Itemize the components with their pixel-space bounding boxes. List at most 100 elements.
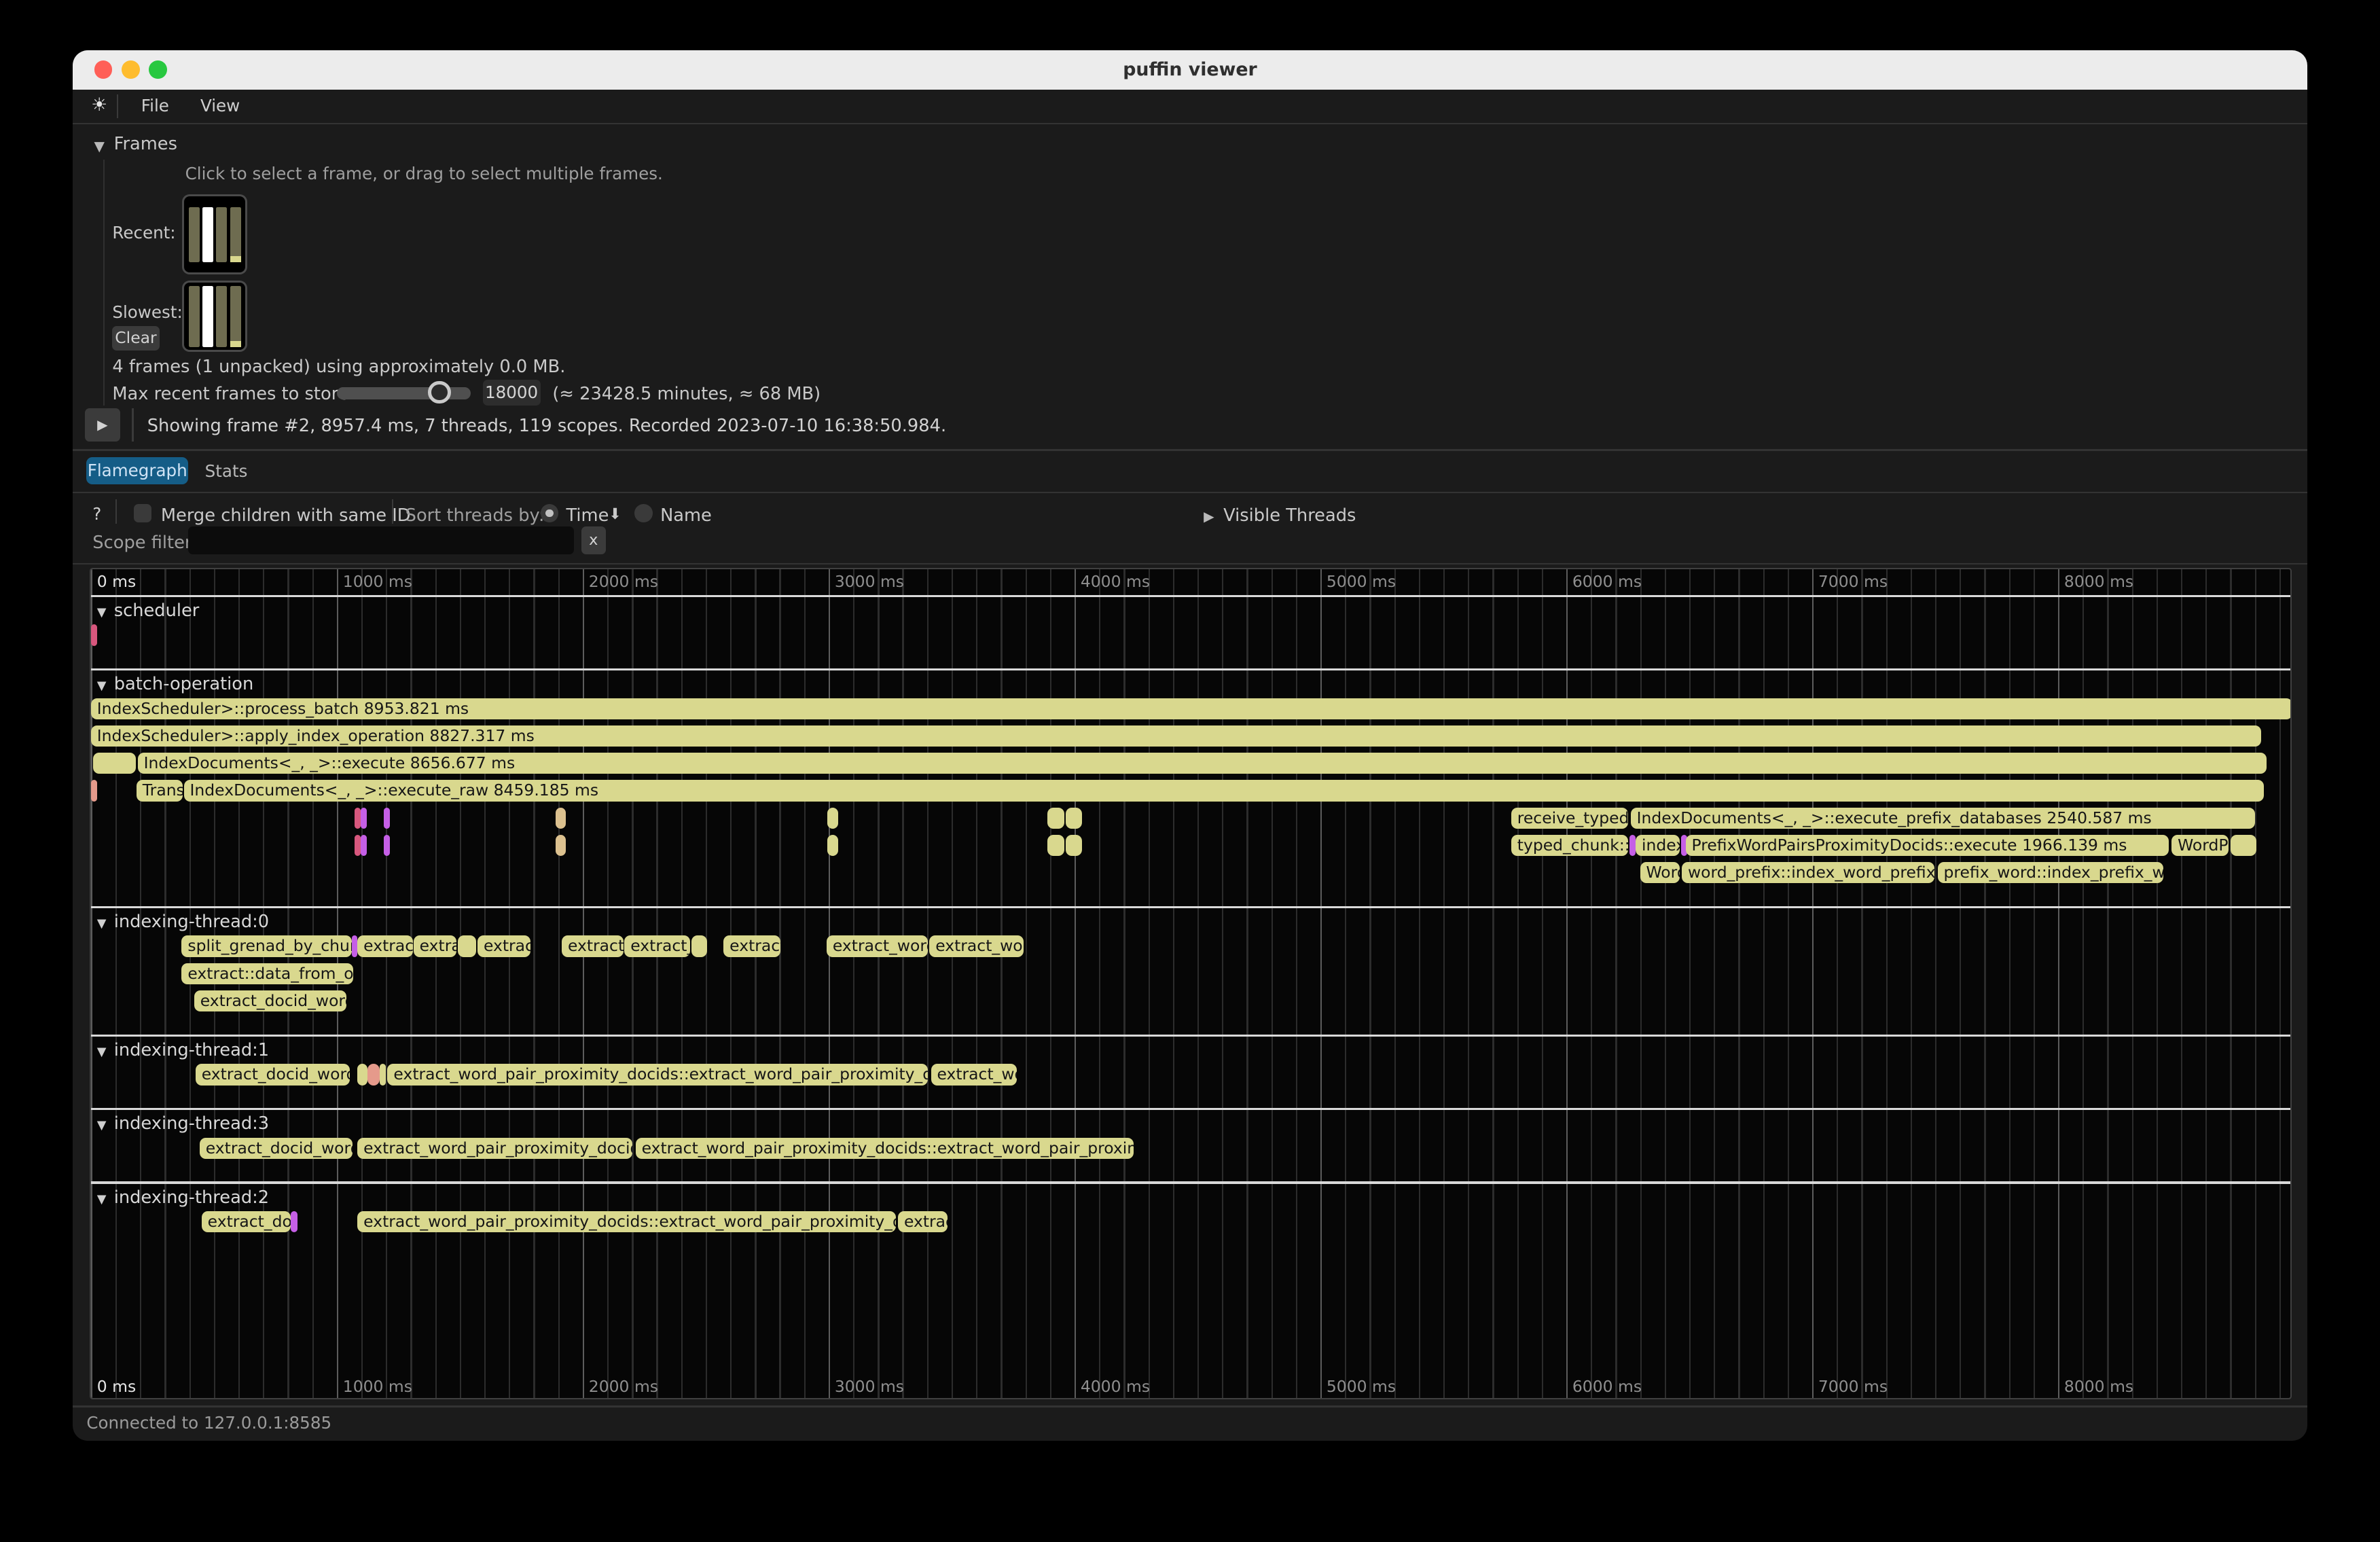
scope-bar[interactable] [355,808,361,829]
frames-header[interactable]: Frames [114,134,177,154]
scope-bar[interactable] [1047,835,1064,856]
scope-bar[interactable]: extract_ [562,935,624,956]
play-button[interactable]: ▶ [85,408,120,442]
scope-bar[interactable]: split_grenad_by_chun [181,935,351,956]
scope-bar[interactable] [1066,808,1082,829]
recent-frames-thumbnail[interactable] [182,194,247,274]
scope-bar[interactable]: extract_wo [931,1064,1017,1085]
scope-bar[interactable] [556,835,566,856]
scope-bar[interactable] [2231,835,2256,856]
scope-bar[interactable] [1066,835,1082,856]
scope-bar[interactable]: extract::data_from_ob [181,963,353,984]
thread-header-indexing-thread:2[interactable]: ▼indexing-thread:2 [97,1184,269,1211]
frame-bar-selected[interactable] [202,207,213,262]
visible-threads-header[interactable]: Visible Threads [1223,505,1356,526]
scope-filter-input[interactable] [188,526,574,554]
help-button[interactable]: ? [92,504,101,524]
thread-header-indexing-thread:1[interactable]: ▼indexing-thread:1 [97,1037,269,1064]
scope-bar[interactable] [1629,835,1636,856]
scope-bar[interactable] [93,753,136,774]
scope-bar[interactable] [291,1211,298,1232]
scope-bar[interactable] [827,808,838,829]
scope-bar[interactable]: typed_chunk::w [1511,835,1628,856]
scope-bar[interactable]: receive_typed_ [1511,808,1628,829]
scope-bar[interactable]: extract_docid_word [194,990,346,1011]
scope-bar[interactable]: extract_word_pair_proximity_docids::extr… [357,1211,896,1232]
clear-button[interactable]: Clear [112,326,159,351]
thread-header-scheduler[interactable]: ▼scheduler [97,597,200,624]
scope-bar[interactable]: extract [723,935,780,956]
sort-direction-icon[interactable]: ⬇ [609,505,621,523]
sort-name-label[interactable]: Name [660,505,712,526]
menu-view[interactable]: View [200,96,240,115]
scope-bar[interactable] [367,1064,379,1085]
scope-bar[interactable]: PrefixWordPairsProximityDocids::execute … [1686,835,2169,856]
scope-bar[interactable]: extract_ [624,935,690,956]
scope-bar[interactable] [352,935,358,956]
scope-bar[interactable]: IndexDocuments<_, _>::execute 8656.677 m… [138,753,2267,774]
merge-children-checkbox[interactable] [134,504,152,522]
scope-bar[interactable] [357,1064,367,1085]
scope-bar[interactable] [91,780,97,801]
scope-bar[interactable]: IndexDocuments<_, _>::execute_raw 8459.1… [184,780,2264,801]
max-frames-value[interactable]: 18000 [483,380,541,406]
frame-bar[interactable] [189,286,200,347]
scope-bar[interactable]: Word [1640,862,1680,883]
tab-stats[interactable]: Stats [205,461,248,481]
thread-header-indexing-thread:0[interactable]: ▼indexing-thread:0 [97,908,269,935]
scope-bar[interactable]: WordPr [2171,835,2229,856]
scope-bar[interactable]: extract [357,935,413,956]
scope-bar[interactable]: extrac [898,1211,948,1232]
max-frames-slider-knob[interactable] [428,381,451,404]
thread-header-indexing-thread:3[interactable]: ▼indexing-thread:3 [97,1110,269,1137]
scope-bar[interactable]: Trans [137,780,183,801]
scope-bar[interactable]: prefix_word::index_prefix_wo [1938,862,2163,883]
scope-bar[interactable]: extract_word [827,935,928,956]
scope-bar[interactable] [384,808,390,829]
sort-time-label[interactable]: Time [566,505,609,526]
merge-children-label[interactable]: Merge children with same ID [161,505,411,526]
scope-bar[interactable] [361,808,367,829]
scope-bar[interactable]: IndexDocuments<_, _>::execute_prefix_dat… [1631,808,2256,829]
frame-bar-selected[interactable] [202,286,213,347]
frame-bar[interactable] [216,286,227,347]
sort-name-radio[interactable] [634,504,653,522]
visible-threads-triangle[interactable]: ▶ [1204,505,1214,525]
scope-bar[interactable]: index [1636,835,1680,856]
scope-bar[interactable]: IndexScheduler>::apply_index_operation 8… [91,725,2262,747]
thread-header-batch-operation[interactable]: ▼batch-operation [97,670,254,698]
scope-bar[interactable] [556,808,566,829]
scope-bar[interactable]: extract_docid_word [196,1064,350,1085]
scope-bar[interactable] [827,835,838,856]
scope-bar[interactable]: extract_docid_word [200,1138,353,1159]
scope-bar[interactable]: extract_doc [202,1211,291,1232]
scope-bar[interactable] [384,835,390,856]
tab-flamegraph[interactable]: Flamegraph [86,457,188,484]
scope-bar[interactable] [1047,808,1064,829]
scope-bar[interactable]: extract_word_pair_proximity_docids [357,1138,632,1159]
scope-bar[interactable] [355,835,361,856]
frames-collapse-triangle[interactable]: ▼ [94,135,105,155]
scope-bar[interactable] [458,935,476,956]
slowest-frames-thumbnail[interactable] [182,281,247,352]
frame-bar[interactable] [189,207,200,262]
frame-bar[interactable] [230,207,241,262]
scope-bar[interactable] [691,935,707,956]
frame-bar[interactable] [230,286,241,347]
scope-bar[interactable]: extract_word_pair_proximity_docids::extr… [387,1064,928,1085]
scope-bar[interactable] [91,624,97,645]
flamegraph-canvas[interactable]: 0 ms0 ms1000 ms1000 ms2000 ms2000 ms3000… [90,568,2292,1400]
scope-bar[interactable]: IndexScheduler>::process_batch 8953.821 … [91,698,2292,719]
scope-bar[interactable] [361,835,367,856]
scope-bar[interactable]: extract_word_pair_proximity_docids::extr… [636,1138,1134,1159]
scope-bar[interactable] [380,1064,386,1085]
theme-toggle-icon[interactable]: ☀ [91,94,107,115]
menu-file[interactable]: File [141,96,169,115]
scope-bar[interactable]: extra [414,935,457,956]
sort-time-radio[interactable] [541,504,559,522]
scope-bar[interactable]: word_prefix::index_word_prefix_ [1682,862,1934,883]
frame-bar[interactable] [216,207,227,262]
scope-bar[interactable]: extrac [477,935,530,956]
clear-filter-button[interactable]: x [581,526,606,554]
scope-bar[interactable]: extract_wo [929,935,1023,956]
